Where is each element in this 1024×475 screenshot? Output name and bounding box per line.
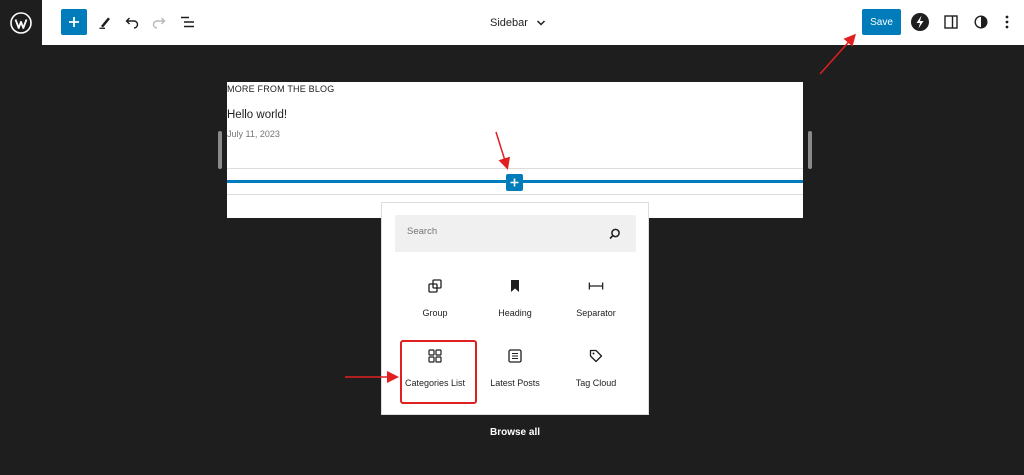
wordpress-icon xyxy=(10,11,32,34)
insert-block-button[interactable] xyxy=(506,174,523,191)
block-inserter-toggle[interactable] xyxy=(61,9,87,35)
global-styles-button[interactable] xyxy=(968,9,994,35)
undo-button[interactable] xyxy=(119,9,145,35)
redo-button[interactable] xyxy=(146,9,172,35)
block-option-separator[interactable]: Separator xyxy=(558,268,634,326)
search-icon xyxy=(609,228,620,240)
block-option-label: Group xyxy=(422,308,448,318)
jetpack-style-icon xyxy=(911,13,929,31)
settings-sidebar-button[interactable] xyxy=(938,9,964,35)
pencil-icon xyxy=(99,17,110,29)
editor-canvas: MORE FROM THE BLOG Hello world! July 11,… xyxy=(227,82,803,218)
undo-icon xyxy=(125,17,139,29)
styles-button[interactable] xyxy=(907,9,933,35)
chevron-down-icon xyxy=(536,20,545,26)
bookmark-icon xyxy=(511,280,519,292)
group-icon xyxy=(428,279,442,293)
post-date: July 11, 2023 xyxy=(227,129,280,139)
options-menu-button[interactable] xyxy=(994,9,1020,35)
resize-handle-left[interactable] xyxy=(218,131,222,169)
more-vertical-icon xyxy=(1005,15,1009,29)
latest-posts-icon xyxy=(508,349,522,363)
list-view-button[interactable] xyxy=(174,9,200,35)
block-option-latest-posts[interactable]: Latest Posts xyxy=(477,338,553,396)
document-title-dropdown[interactable]: Sidebar xyxy=(490,14,546,32)
plus-icon xyxy=(510,178,519,187)
block-option-label: Tag Cloud xyxy=(575,378,617,388)
separator-icon xyxy=(588,282,604,290)
document-title: Sidebar xyxy=(490,17,528,29)
section-heading[interactable]: MORE FROM THE BLOG xyxy=(227,84,334,94)
redo-icon xyxy=(152,17,166,29)
block-option-label: Separator xyxy=(576,308,616,318)
search-input[interactable] xyxy=(407,226,597,237)
tag-icon xyxy=(589,349,603,363)
block-option-group[interactable]: Group xyxy=(397,268,473,326)
tools-button[interactable] xyxy=(92,9,118,35)
post-title-link[interactable]: Hello world! xyxy=(227,109,287,121)
separator-line xyxy=(227,194,803,195)
save-button[interactable]: Save xyxy=(862,9,901,35)
list-view-icon xyxy=(180,16,194,28)
browse-all-button[interactable]: Browse all xyxy=(381,415,649,450)
separator-line xyxy=(227,168,803,169)
block-option-tag-cloud[interactable]: Tag Cloud xyxy=(558,338,634,396)
editor-toolbar: Sidebar Save xyxy=(0,0,1024,45)
block-option-heading[interactable]: Heading xyxy=(477,268,553,326)
search-field[interactable] xyxy=(395,215,636,252)
resize-handle-right[interactable] xyxy=(808,131,812,169)
block-option-label: Latest Posts xyxy=(490,378,540,388)
sidebar-icon xyxy=(944,15,958,29)
plus-icon xyxy=(69,17,79,27)
contrast-icon xyxy=(974,15,988,29)
wordpress-logo-button[interactable] xyxy=(0,0,42,45)
block-option-label: Heading xyxy=(498,308,532,318)
annotation-highlight-box xyxy=(400,340,477,404)
